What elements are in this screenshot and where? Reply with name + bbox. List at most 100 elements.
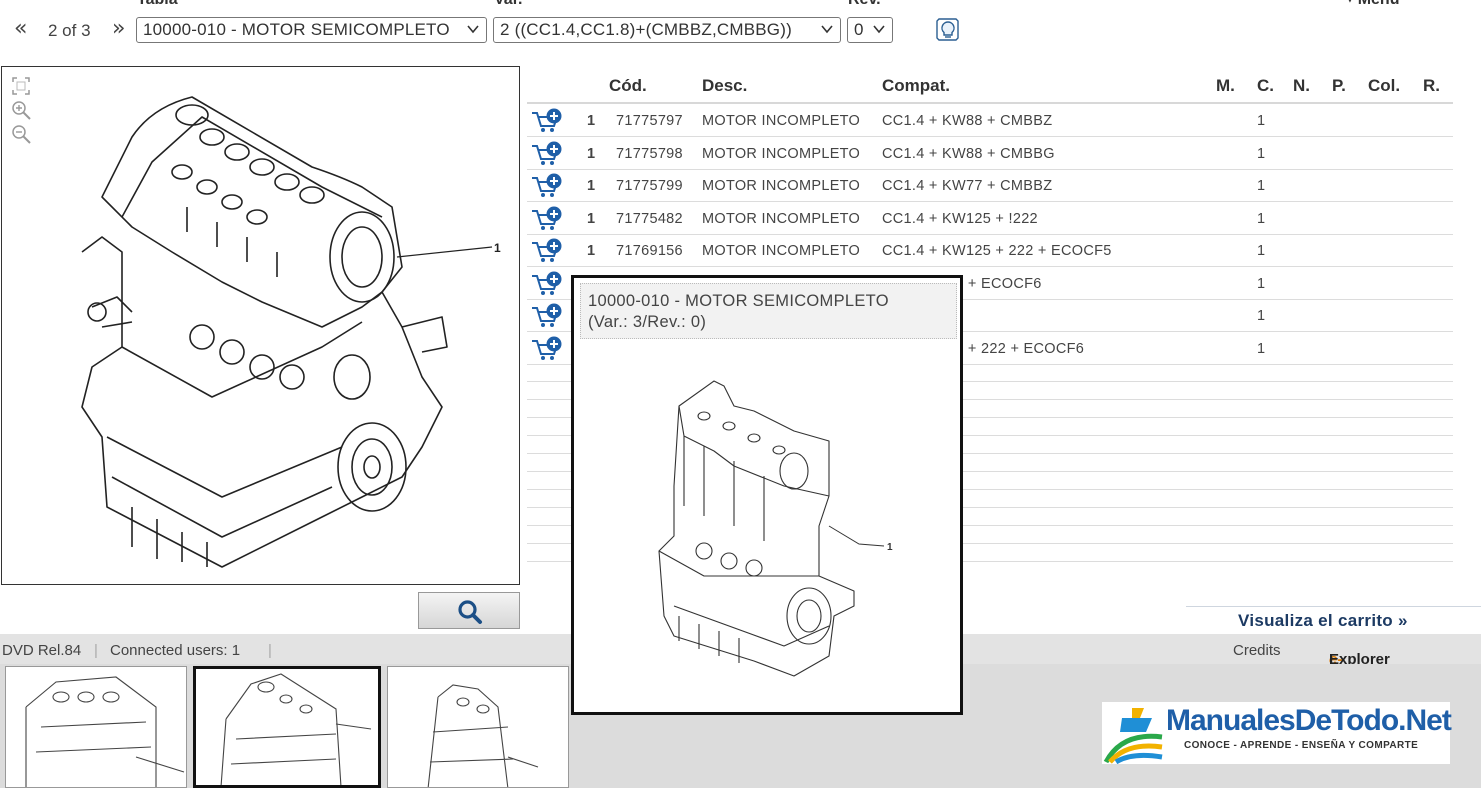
row-c: 1: [1257, 275, 1266, 292]
thumbnail-2[interactable]: [193, 666, 381, 788]
row-qty: 1: [587, 210, 596, 227]
exploded-drawing-viewer[interactable]: 1: [1, 66, 520, 585]
row-compat: CC1.4 + KW125 + 222 + ECOCF5: [882, 243, 1112, 259]
add-to-cart-icon[interactable]: [530, 302, 564, 330]
table-row[interactable]: 1 71775799 MOTOR INCOMPLETO CC1.4 + KW77 + …: [527, 170, 1453, 202]
var-select[interactable]: 2 ((CC1.4,CC1.8)+(CMBBZ,CMBBG)): [493, 17, 841, 43]
table-row[interactable]: 1 71775482 MOTOR INCOMPLETO CC1.4 + KW125 +…: [527, 203, 1453, 235]
row-c: 1: [1257, 308, 1266, 324]
col-col[interactable]: Col.: [1368, 76, 1400, 96]
header-divider: [527, 102, 1453, 104]
row-description: MOTOR INCOMPLETO: [702, 113, 861, 129]
release-label: DVD Rel.84: [2, 642, 82, 659]
table-select[interactable]: 10000-010 - MOTOR SEMICOMPLETO: [136, 17, 487, 43]
row-c: 1: [1257, 178, 1266, 194]
page-indicator: 2 of 3: [48, 21, 91, 40]
drawing-callout: 1: [494, 241, 501, 255]
chevron-down-icon: [821, 25, 833, 34]
popup-header: 10000-010 - MOTOR SEMICOMPLETO (Var.: 3/…: [580, 283, 957, 339]
menu-label[interactable]: ▼ Menú: [1345, 0, 1399, 9]
col-cod[interactable]: Cód.: [609, 76, 647, 96]
row-description: MOTOR INCOMPLETO: [702, 210, 861, 227]
rev-select-value: 0: [854, 20, 864, 39]
row-code[interactable]: 71775798: [616, 146, 683, 162]
add-to-cart-icon[interactable]: [530, 140, 564, 168]
magnifier-icon: [458, 600, 482, 624]
connected-users: Connected users: 1: [110, 642, 241, 659]
rev-label: Rev.: [848, 0, 881, 9]
view-cart-link[interactable]: Visualiza el carrito »: [1186, 606, 1481, 634]
double-chevron-right-icon[interactable]: »: [112, 18, 125, 40]
col-p[interactable]: P.: [1332, 76, 1346, 96]
drawing-preview-popup: 10000-010 - MOTOR SEMICOMPLETO (Var.: 3/…: [571, 275, 963, 715]
thumbnail-3[interactable]: [387, 666, 569, 788]
rev-select[interactable]: 0: [847, 17, 893, 43]
row-compat: CC1.4 + KW77 + CMBBZ: [882, 178, 1053, 194]
row-compat: CC1.4 + KW88 + CMBBZ: [882, 113, 1053, 129]
table-row[interactable]: 1 71775798 MOTOR INCOMPLETO CC1.4 + KW88 + …: [527, 138, 1453, 170]
row-code[interactable]: 71775799: [616, 178, 683, 194]
table-label: Tabla: [137, 0, 178, 9]
thumbnail-drawing: [220, 673, 372, 785]
table-select-value: 10000-010 - MOTOR SEMICOMPLETO: [143, 20, 450, 39]
add-to-cart-icon[interactable]: [530, 172, 564, 200]
row-compat: CC1.4 + KW125 + !222: [882, 210, 1038, 227]
row-description: MOTOR INCOMPLETO: [702, 243, 861, 259]
row-qty: 1: [587, 243, 596, 259]
thumbnail-1[interactable]: [5, 666, 187, 788]
engine-drawing: 1: [81, 96, 501, 568]
col-compat[interactable]: Compat.: [882, 76, 950, 96]
col-c[interactable]: C.: [1257, 76, 1274, 96]
var-label: Var.: [494, 0, 522, 9]
row-code[interactable]: 71769156: [616, 243, 683, 259]
top-toolbar: « 2 of 3 » 10000-010 - MOTOR SEMICOMPLET…: [0, 12, 1481, 50]
row-c: 1: [1257, 145, 1266, 162]
row-description: MOTOR INCOMPLETO: [702, 145, 861, 162]
watermark-logo: ManualesDeTodo.Net CONOCE - APRENDE - EN…: [1102, 702, 1452, 764]
table-row[interactable]: 1 71769156 MOTOR INCOMPLETO CC1.4 + KW125 +…: [527, 235, 1453, 267]
row-compat: CC1.4 + KW88 + CMBBG: [882, 145, 1055, 162]
popup-title: 10000-010 - MOTOR SEMICOMPLETO: [588, 292, 889, 310]
watermark-tagline: CONOCE - APRENDE - ENSEÑA Y COMPARTE: [1184, 740, 1419, 751]
row-c: 1: [1257, 243, 1266, 259]
parts-table-header: Cód. Desc. Compat. M. C. N. P. Col. R.: [527, 74, 1453, 104]
popup-engine-drawing: 1: [658, 380, 893, 677]
row-qty: 1: [587, 113, 596, 129]
row-qty: 1: [587, 145, 596, 162]
add-to-cart-icon[interactable]: [530, 205, 564, 233]
zoom-in-icon[interactable]: [10, 99, 32, 121]
chevron-down-icon: [467, 25, 479, 34]
row-description: MOTOR INCOMPLETO: [702, 178, 861, 194]
status-separator: |: [268, 642, 272, 659]
popup-callout: 1: [887, 542, 893, 553]
row-c: 1: [1257, 340, 1266, 357]
row-code[interactable]: 71775797: [616, 113, 683, 129]
thumbnail-drawing: [427, 684, 539, 787]
credits-link[interactable]: Credits: [1233, 642, 1281, 659]
add-to-cart-icon[interactable]: [530, 107, 564, 135]
chevron-down-icon: [873, 25, 885, 34]
add-to-cart-icon[interactable]: [530, 237, 564, 265]
popup-subtitle: (Var.: 3/Rev.: 0): [588, 313, 707, 331]
search-button[interactable]: [418, 592, 520, 629]
row-code[interactable]: 71775482: [616, 211, 683, 227]
watermark-name: ManualesDeTodo.Net: [1166, 704, 1452, 737]
col-r[interactable]: R.: [1423, 76, 1440, 96]
col-n[interactable]: N.: [1293, 76, 1310, 96]
watermark-emblem: [1103, 708, 1163, 764]
col-desc[interactable]: Desc.: [702, 76, 747, 96]
col-m[interactable]: M.: [1216, 76, 1235, 96]
status-separator: |: [94, 642, 98, 659]
add-to-cart-icon[interactable]: [530, 335, 564, 363]
row-c: 1: [1257, 210, 1266, 227]
add-to-cart-icon[interactable]: [530, 270, 564, 298]
zoom-out-icon[interactable]: [10, 123, 32, 145]
table-row[interactable]: 1 71775797 MOTOR INCOMPLETO CC1.4 + KW88 + …: [527, 105, 1453, 137]
var-select-value: 2 ((CC1.4,CC1.8)+(CMBBZ,CMBBG)): [500, 20, 792, 39]
double-chevron-left-icon[interactable]: «: [14, 18, 27, 40]
fit-screen-icon[interactable]: [10, 75, 32, 97]
row-c: 1: [1257, 113, 1266, 129]
menu-arrow-icon: ▼: [1345, 0, 1358, 5]
row-qty: 1: [587, 178, 596, 194]
lightbulb-icon[interactable]: [934, 16, 962, 44]
